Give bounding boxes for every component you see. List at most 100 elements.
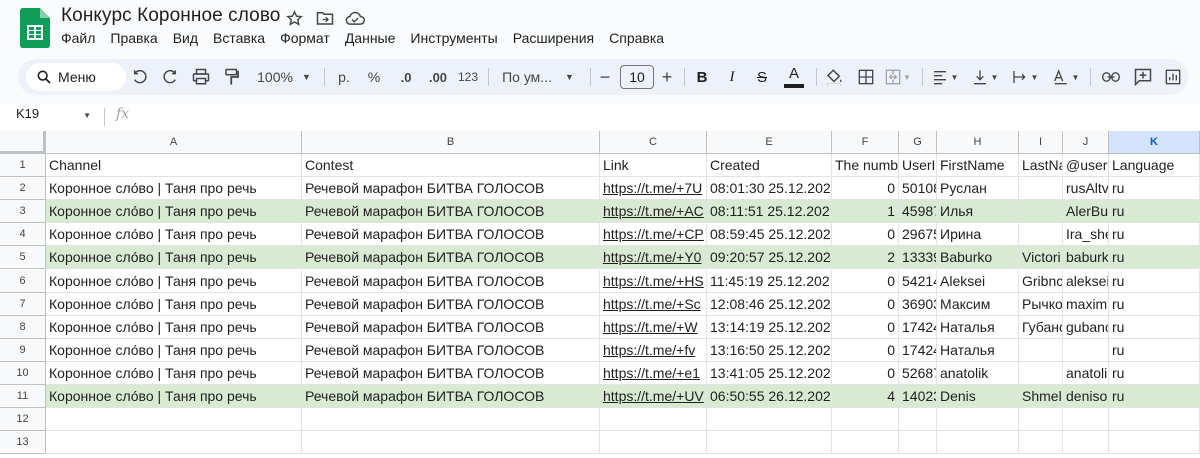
cell-b3[interactable]: Речевой марафон БИТВА ГОЛОСОВ [302,200,600,224]
cell-f2[interactable]: 0 [832,177,899,201]
move-folder-icon[interactable] [315,8,335,28]
menu-file[interactable]: Файл [61,30,95,46]
row-header-2[interactable]: 2 [0,177,46,201]
cell-b13[interactable] [302,431,600,455]
cell-f5[interactable]: 2 [832,246,899,270]
cell-h7[interactable]: Максим [937,292,1019,316]
menu-data[interactable]: Данные [345,30,396,46]
menu-edit[interactable]: Правка [110,30,157,46]
increase-decimal-button[interactable]: .00 [424,59,452,95]
name-box[interactable]: K19 ▼ [16,106,91,121]
decrease-decimal-button[interactable]: .0 [394,59,418,95]
cell-e6[interactable]: 11:45:19 25.12.202 [707,269,832,293]
cell-k10[interactable]: ru [1109,361,1200,385]
cell-h9[interactable]: Наталья [937,338,1019,362]
zoom-select[interactable]: 100% ▼ [254,59,314,95]
cell-b8[interactable]: Речевой марафон БИТВА ГОЛОСОВ [302,315,600,339]
cell-e13[interactable] [707,431,832,455]
row-header-4[interactable]: 4 [0,223,46,247]
cell-i6[interactable]: Gribnc [1019,269,1063,293]
cell-j10[interactable]: anatoli [1063,361,1109,385]
cell-a2[interactable]: Коронное сло́во | Таня про речь [46,177,302,201]
cell-a6[interactable]: Коронное сло́во | Таня про речь [46,269,302,293]
cell-j13[interactable] [1063,431,1109,455]
menu-insert[interactable]: Вставка [213,30,265,46]
cell-g9[interactable]: 17424 [899,338,937,362]
cell-k2[interactable]: ru [1109,177,1200,201]
cell-j8[interactable]: gubanс [1063,315,1109,339]
cell-c4[interactable]: https://t.me/+CP [600,223,707,247]
vertical-align-icon[interactable]: ▼ [968,59,1002,95]
cell-k6[interactable]: ru [1109,269,1200,293]
cell-i10[interactable] [1019,361,1063,385]
cell-f10[interactable]: 0 [832,361,899,385]
cell-k3[interactable]: ru [1109,200,1200,224]
cell-b6[interactable]: Речевой марафон БИТВА ГОЛОСОВ [302,269,600,293]
strikethrough-button[interactable]: S [752,59,772,95]
cell-i8[interactable]: Губанс [1019,315,1063,339]
cell-f4[interactable]: 0 [832,223,899,247]
currency-format-button[interactable]: р. [334,59,354,95]
cell-j5[interactable]: baburk [1063,246,1109,270]
decrease-font-size-button[interactable]: − [596,59,614,95]
cell-f12[interactable] [832,408,899,432]
cell-f11[interactable]: 4 [832,385,899,409]
cell-c5[interactable]: https://t.me/+Y0 [600,246,707,270]
cell-j6[interactable]: aleksei [1063,269,1109,293]
cell-f6[interactable]: 0 [832,269,899,293]
cell-h3[interactable]: Илья [937,200,1019,224]
cell-e12[interactable] [707,408,832,432]
cell-f3[interactable]: 1 [832,200,899,224]
cell-h6[interactable]: Aleksei [937,269,1019,293]
menu-search[interactable]: Меню [26,63,126,91]
merge-cells-icon[interactable]: ▼ [884,59,912,95]
row-header-6[interactable]: 6 [0,269,46,293]
cell-e8[interactable]: 13:14:19 25.12.202 [707,315,832,339]
cell-c7[interactable]: https://t.me/+Sc [600,292,707,316]
cell-c3[interactable]: https://t.me/+AC [600,200,707,224]
italic-button[interactable]: I [722,59,742,95]
cell-k11[interactable]: ru [1109,385,1200,409]
horizontal-align-icon[interactable]: ▼ [928,59,962,95]
cell-c11[interactable]: https://t.me/+UV [600,385,707,409]
cell-g5[interactable]: 13339 [899,246,937,270]
cell-j4[interactable]: Ira_she [1063,223,1109,247]
cell-a11[interactable]: Коронное сло́во | Таня про речь [46,385,302,409]
row-header-7[interactable]: 7 [0,292,46,316]
cell-h2[interactable]: Руслан [937,177,1019,201]
cell-h12[interactable] [937,408,1019,432]
cell-a4[interactable]: Коронное сло́во | Таня про речь [46,223,302,247]
cell-g2[interactable]: 50108 [899,177,937,201]
cell-c12[interactable] [600,408,707,432]
cell-e7[interactable]: 12:08:46 25.12.202 [707,292,832,316]
cell-h10[interactable]: anatolik [937,361,1019,385]
cell-j2[interactable]: rusAltv [1063,177,1109,201]
cell-h8[interactable]: Наталья [937,315,1019,339]
cell-g13[interactable] [899,431,937,455]
header-cell-g[interactable]: UserI [899,154,937,178]
row-header-8[interactable]: 8 [0,315,46,339]
cell-g12[interactable] [899,408,937,432]
menu-format[interactable]: Формат [280,30,330,46]
menu-tools[interactable]: Инструменты [410,30,497,46]
text-rotation-icon[interactable]: ▼ [1048,59,1082,95]
cell-g8[interactable]: 17424 [899,315,937,339]
cell-e2[interactable]: 08:01:30 25.12.202 [707,177,832,201]
cell-e10[interactable]: 13:41:05 25.12.202 [707,361,832,385]
cell-k13[interactable] [1109,431,1200,455]
cell-i13[interactable] [1019,431,1063,455]
star-icon[interactable] [284,8,304,28]
percent-format-button[interactable]: % [364,59,384,95]
cell-b4[interactable]: Речевой марафон БИТВА ГОЛОСОВ [302,223,600,247]
cell-a3[interactable]: Коронное сло́во | Таня про речь [46,200,302,224]
cell-i9[interactable] [1019,338,1063,362]
cell-a10[interactable]: Коронное сло́во | Таня про речь [46,361,302,385]
insert-chart-icon[interactable] [1162,59,1184,95]
header-cell-a[interactable]: Channel [46,154,302,178]
row-header-5[interactable]: 5 [0,246,46,270]
cell-a8[interactable]: Коронное сло́во | Таня про речь [46,315,302,339]
row-header-9[interactable]: 9 [0,338,46,362]
header-cell-j[interactable]: @user [1063,154,1109,178]
cell-h5[interactable]: Baburko [937,246,1019,270]
column-header-h[interactable]: H [937,131,1019,154]
